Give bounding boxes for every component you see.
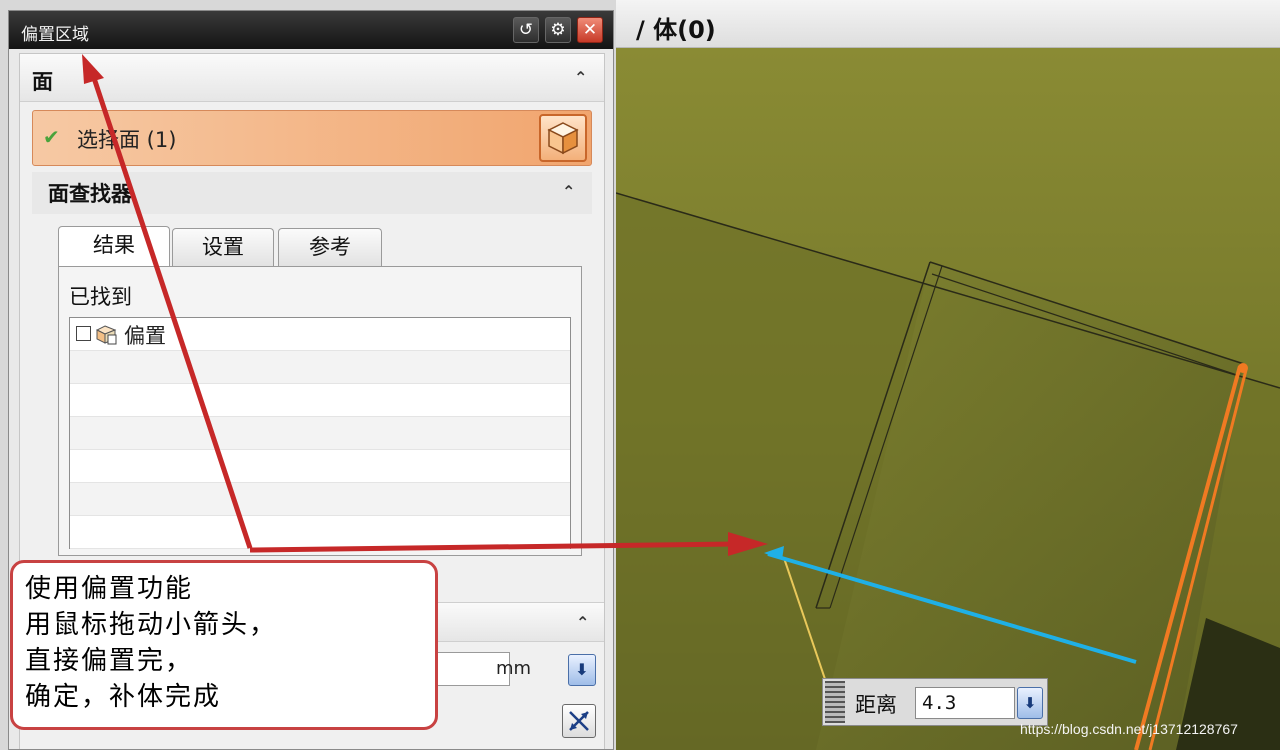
reverse-direction-icon [569, 711, 589, 731]
tab-reference[interactable]: 参考 [278, 228, 382, 266]
callout-line: 直接偏置完， [25, 646, 194, 676]
check-icon: ✔ [43, 125, 60, 149]
watermark: https://blog.csdn.net/j13712128767 [1020, 721, 1238, 737]
drag-handle[interactable] [825, 681, 845, 723]
chevron-up-icon[interactable]: ⌃ [562, 182, 575, 201]
chevron-up-icon[interactable]: ⌃ [574, 68, 587, 87]
offset-face-icon [96, 325, 117, 345]
face-section-title: 面 [32, 70, 53, 94]
dialog-titlebar[interactable]: 偏置区域 ↺ ⚙ ✕ [9, 11, 613, 49]
list-item [70, 450, 570, 483]
callout-line: 使用偏置功能 [25, 574, 194, 604]
close-icon: ✕ [582, 20, 598, 40]
callout-line: 确定，补体完成 [25, 682, 222, 712]
select-face-label: 选择面 (1) [77, 128, 177, 152]
viewport-header: / 体(0) [616, 0, 1280, 48]
close-button[interactable]: ✕ [577, 17, 603, 43]
select-face-button[interactable] [539, 114, 587, 162]
distance-popup: 距离 4.3 ⬇ [822, 678, 1048, 726]
unit-dropdown-button[interactable]: ⬇ [568, 654, 596, 686]
tab-settings[interactable]: 设置 [172, 228, 274, 266]
model-scene [616, 48, 1280, 750]
graphics-viewport[interactable] [616, 48, 1280, 750]
arrow-down-icon: ⬇ [575, 660, 589, 679]
face-finder-title: 面查找器 [48, 182, 132, 206]
list-item [70, 516, 570, 549]
dialog-title: 偏置区域 [21, 25, 89, 45]
list-item [70, 384, 570, 417]
callout-line: 用鼠标拖动小箭头， [25, 610, 278, 640]
arrow-down-icon: ⬇ [1023, 694, 1037, 712]
list-item[interactable]: 偏置 [70, 318, 570, 351]
dialog-settings-button[interactable]: ⚙ [545, 17, 571, 43]
list-item [70, 351, 570, 384]
selected-vertex [1238, 363, 1248, 373]
offset-checkbox[interactable] [76, 326, 91, 341]
distance-dropdown-button[interactable]: ⬇ [1017, 687, 1043, 719]
face-finder-header[interactable]: 面查找器 ⌃ [32, 172, 592, 214]
results-tab-panel: 已找到 偏置 [58, 266, 582, 556]
chevron-up-icon[interactable]: ⌃ [576, 613, 589, 632]
selection-filter-label: / 体(0) [636, 16, 716, 44]
distance-value-input[interactable]: 4.3 [915, 687, 1015, 719]
tab-results[interactable]: 结果 [58, 226, 170, 266]
reset-icon: ↺ [518, 20, 534, 40]
found-label: 已找到 [69, 285, 132, 309]
face-section-header[interactable]: 面 ⌃ [20, 54, 604, 102]
reverse-direction-button[interactable] [562, 704, 596, 738]
list-item [70, 483, 570, 516]
annotation-callout: 使用偏置功能 用鼠标拖动小箭头， 直接偏置完， 确定，补体完成 [10, 560, 438, 730]
gear-icon: ⚙ [550, 20, 566, 40]
unit-label: mm [496, 658, 532, 679]
cube-icon [547, 122, 579, 155]
list-item [70, 417, 570, 450]
select-face-row[interactable]: ✔ 选择面 (1) [32, 110, 592, 166]
reset-button[interactable]: ↺ [513, 17, 539, 43]
distance-label: 距离 [855, 693, 897, 717]
list-item-label: 偏置 [124, 324, 166, 348]
found-faces-list: 偏置 [69, 317, 571, 549]
